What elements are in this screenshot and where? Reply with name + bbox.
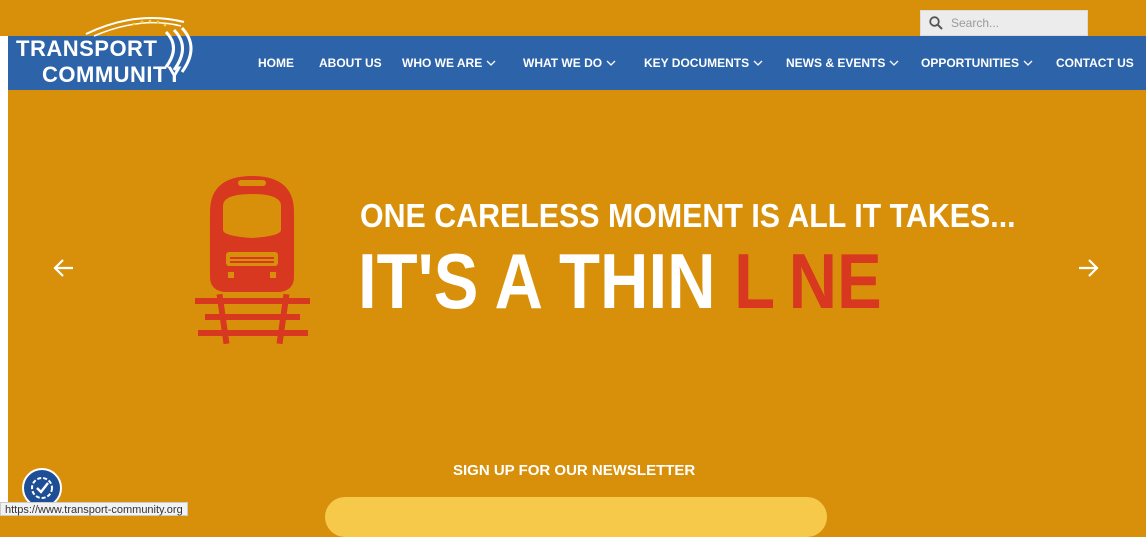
nav-what-we-do[interactable]: WHAT WE DO — [523, 56, 616, 70]
nav-opportunities[interactable]: OPPORTUNITIES — [921, 56, 1033, 70]
nav-home[interactable]: HOME — [258, 56, 294, 70]
nav-key-documents-label: KEY DOCUMENTS — [644, 56, 750, 70]
site-logo[interactable]: TRANSPORT COMMUNITY — [16, 12, 201, 94]
chevron-down-icon — [1023, 60, 1033, 66]
chevron-down-icon — [486, 60, 496, 66]
newsletter-email-field[interactable] — [325, 497, 827, 537]
nav-contact-us-label: CONTACT US — [1056, 56, 1134, 70]
nav-news-events-label: NEWS & EVENTS — [786, 56, 886, 70]
nav-who-we-are-label: WHO WE ARE — [402, 56, 483, 70]
train-icon — [195, 176, 310, 345]
nav-contact-us[interactable]: CONTACT US — [1056, 56, 1134, 70]
accessibility-icon — [31, 477, 53, 499]
chevron-down-icon — [606, 60, 616, 66]
nav-what-we-do-label: WHAT WE DO — [523, 56, 603, 70]
left-edge — [0, 0, 8, 515]
nav-about-us[interactable]: ABOUT US — [319, 56, 382, 70]
search-icon — [929, 16, 943, 30]
hero-tagline-white: IT'S A THIN — [358, 237, 735, 325]
status-bar-url: https://www.transport-community.org — [0, 502, 188, 516]
nav-home-label: HOME — [258, 56, 294, 70]
search-input[interactable] — [949, 15, 1083, 31]
nav-news-events[interactable]: NEWS & EVENTS — [786, 56, 899, 70]
search-box[interactable] — [920, 10, 1088, 36]
newsletter-heading: SIGN UP FOR OUR NEWSLETTER — [453, 462, 696, 479]
chevron-down-icon — [889, 60, 899, 66]
hero-headline: ONE CARELESS MOMENT IS ALL IT TAKES... — [360, 197, 1016, 234]
nav-opportunities-label: OPPORTUNITIES — [921, 56, 1020, 70]
hero-tagline: IT'S A THIN L NE — [358, 236, 882, 326]
chevron-down-icon — [753, 60, 763, 66]
hero-tagline-red: L NE — [734, 237, 882, 325]
carousel-prev-arrow-icon[interactable] — [52, 256, 76, 280]
nav-who-we-are[interactable]: WHO WE ARE — [402, 56, 496, 70]
nav-about-us-label: ABOUT US — [319, 56, 382, 70]
nav-menu: HOME ABOUT US WHO WE ARE WHAT WE DO KEY … — [0, 56, 1146, 70]
carousel-next-arrow-icon[interactable] — [1076, 256, 1100, 280]
nav-key-documents[interactable]: KEY DOCUMENTS — [644, 56, 763, 70]
